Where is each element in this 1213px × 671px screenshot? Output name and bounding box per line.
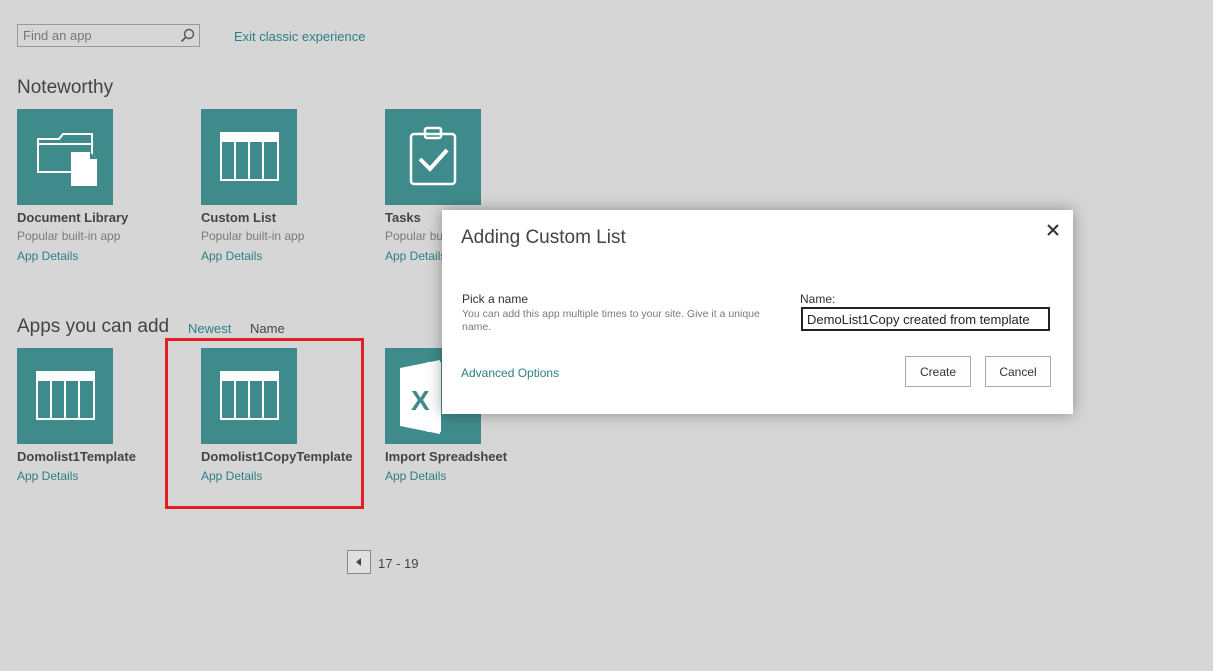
name-input[interactable] [801,307,1050,331]
app-name[interactable]: Custom List [201,210,276,225]
app-details-link[interactable]: App Details [17,249,78,263]
pick-name-label: Pick a name [462,292,529,306]
app-name[interactable]: Document Library [17,210,128,225]
search-icon[interactable] [180,28,195,43]
sort-name-link[interactable]: Name [250,321,285,336]
chevron-left-icon [356,558,361,566]
pick-name-help-text: You can add this app multiple times to y… [462,308,760,333]
app-name[interactable]: Import Spreadsheet [385,449,507,464]
apps-you-can-add-heading: Apps you can add [17,316,170,337]
app-details-link[interactable]: App Details [385,249,446,263]
sort-newest-link[interactable]: Newest [188,321,231,336]
custom-list-icon [36,371,95,420]
app-description: Popular built-in app [17,229,121,243]
previous-page-button[interactable] [347,550,371,574]
noteworthy-heading: Noteworthy [17,77,114,98]
advanced-options-link[interactable]: Advanced Options [461,366,559,380]
domolist1template-tile[interactable] [17,348,113,444]
document-library-tile[interactable] [17,109,113,205]
name-label: Name: [800,292,836,306]
highlight-box [165,338,364,509]
dialog-title: Adding Custom List [461,227,626,248]
app-details-link[interactable]: App Details [201,249,262,263]
custom-list-tile[interactable] [201,109,297,205]
adding-custom-list-dialog: Adding Custom List Pick a name You can a… [442,210,1073,414]
svg-text:X: X [411,385,430,416]
app-description: Popular bu [385,229,444,243]
app-details-link[interactable]: App Details [17,469,78,483]
app-name[interactable]: Tasks [385,210,421,225]
document-library-icon [37,133,97,186]
page-range: 17 - 19 [378,556,419,571]
search-box[interactable] [17,24,200,47]
cancel-button[interactable]: Cancel [985,356,1051,387]
app-details-link[interactable]: App Details [385,469,446,483]
tasks-icon [409,126,457,186]
app-name[interactable]: Domolist1Template [17,449,136,464]
app-description: Popular built-in app [201,229,305,243]
close-icon[interactable] [1045,222,1061,238]
tasks-tile[interactable] [385,109,481,205]
create-button[interactable]: Create [905,356,971,387]
exit-classic-link[interactable]: Exit classic experience [234,29,366,44]
search-input[interactable] [18,25,183,46]
custom-list-icon [220,132,279,181]
